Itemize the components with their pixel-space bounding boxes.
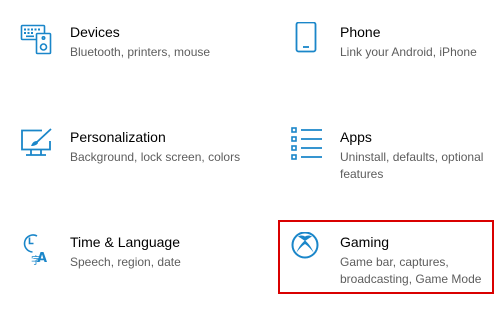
tile-apps[interactable]: Apps Uninstall, defaults, optional featu… — [290, 127, 500, 207]
tile-phone[interactable]: Phone Link your Android, iPhone — [290, 22, 500, 102]
xbox-icon — [290, 232, 326, 268]
tile-description: Link your Android, iPhone — [340, 45, 477, 59]
tile-personalization[interactable]: Personalization Background, lock screen,… — [20, 127, 240, 207]
tile-time-language[interactable]: A 字 Time & Language Speech, region, date — [20, 232, 240, 312]
tile-title: Phone — [340, 24, 381, 40]
personalization-icon — [20, 127, 56, 163]
phone-icon — [290, 22, 326, 58]
tile-description: Bluetooth, printers, mouse — [70, 45, 211, 59]
tile-description: Game bar, captures, broadcasting, Game M… — [340, 255, 482, 286]
tile-devices[interactable]: Devices Bluetooth, printers, mouse — [20, 22, 240, 102]
tile-description: Speech, region, date — [70, 255, 181, 269]
tile-title: Devices — [70, 24, 120, 40]
tile-title: Apps — [340, 129, 372, 145]
time-language-icon: A 字 — [20, 232, 56, 268]
tile-title: Time & Language — [70, 234, 180, 250]
svg-text:字: 字 — [31, 254, 41, 267]
devices-icon — [20, 22, 56, 58]
apps-icon — [290, 127, 326, 163]
tile-gaming[interactable]: Gaming Game bar, captures, broadcasting,… — [290, 232, 500, 312]
tile-description: Background, lock screen, colors — [70, 150, 241, 164]
tile-description: Uninstall, defaults, optional features — [340, 150, 484, 181]
tile-title: Personalization — [70, 129, 166, 145]
tile-title: Gaming — [340, 234, 390, 250]
